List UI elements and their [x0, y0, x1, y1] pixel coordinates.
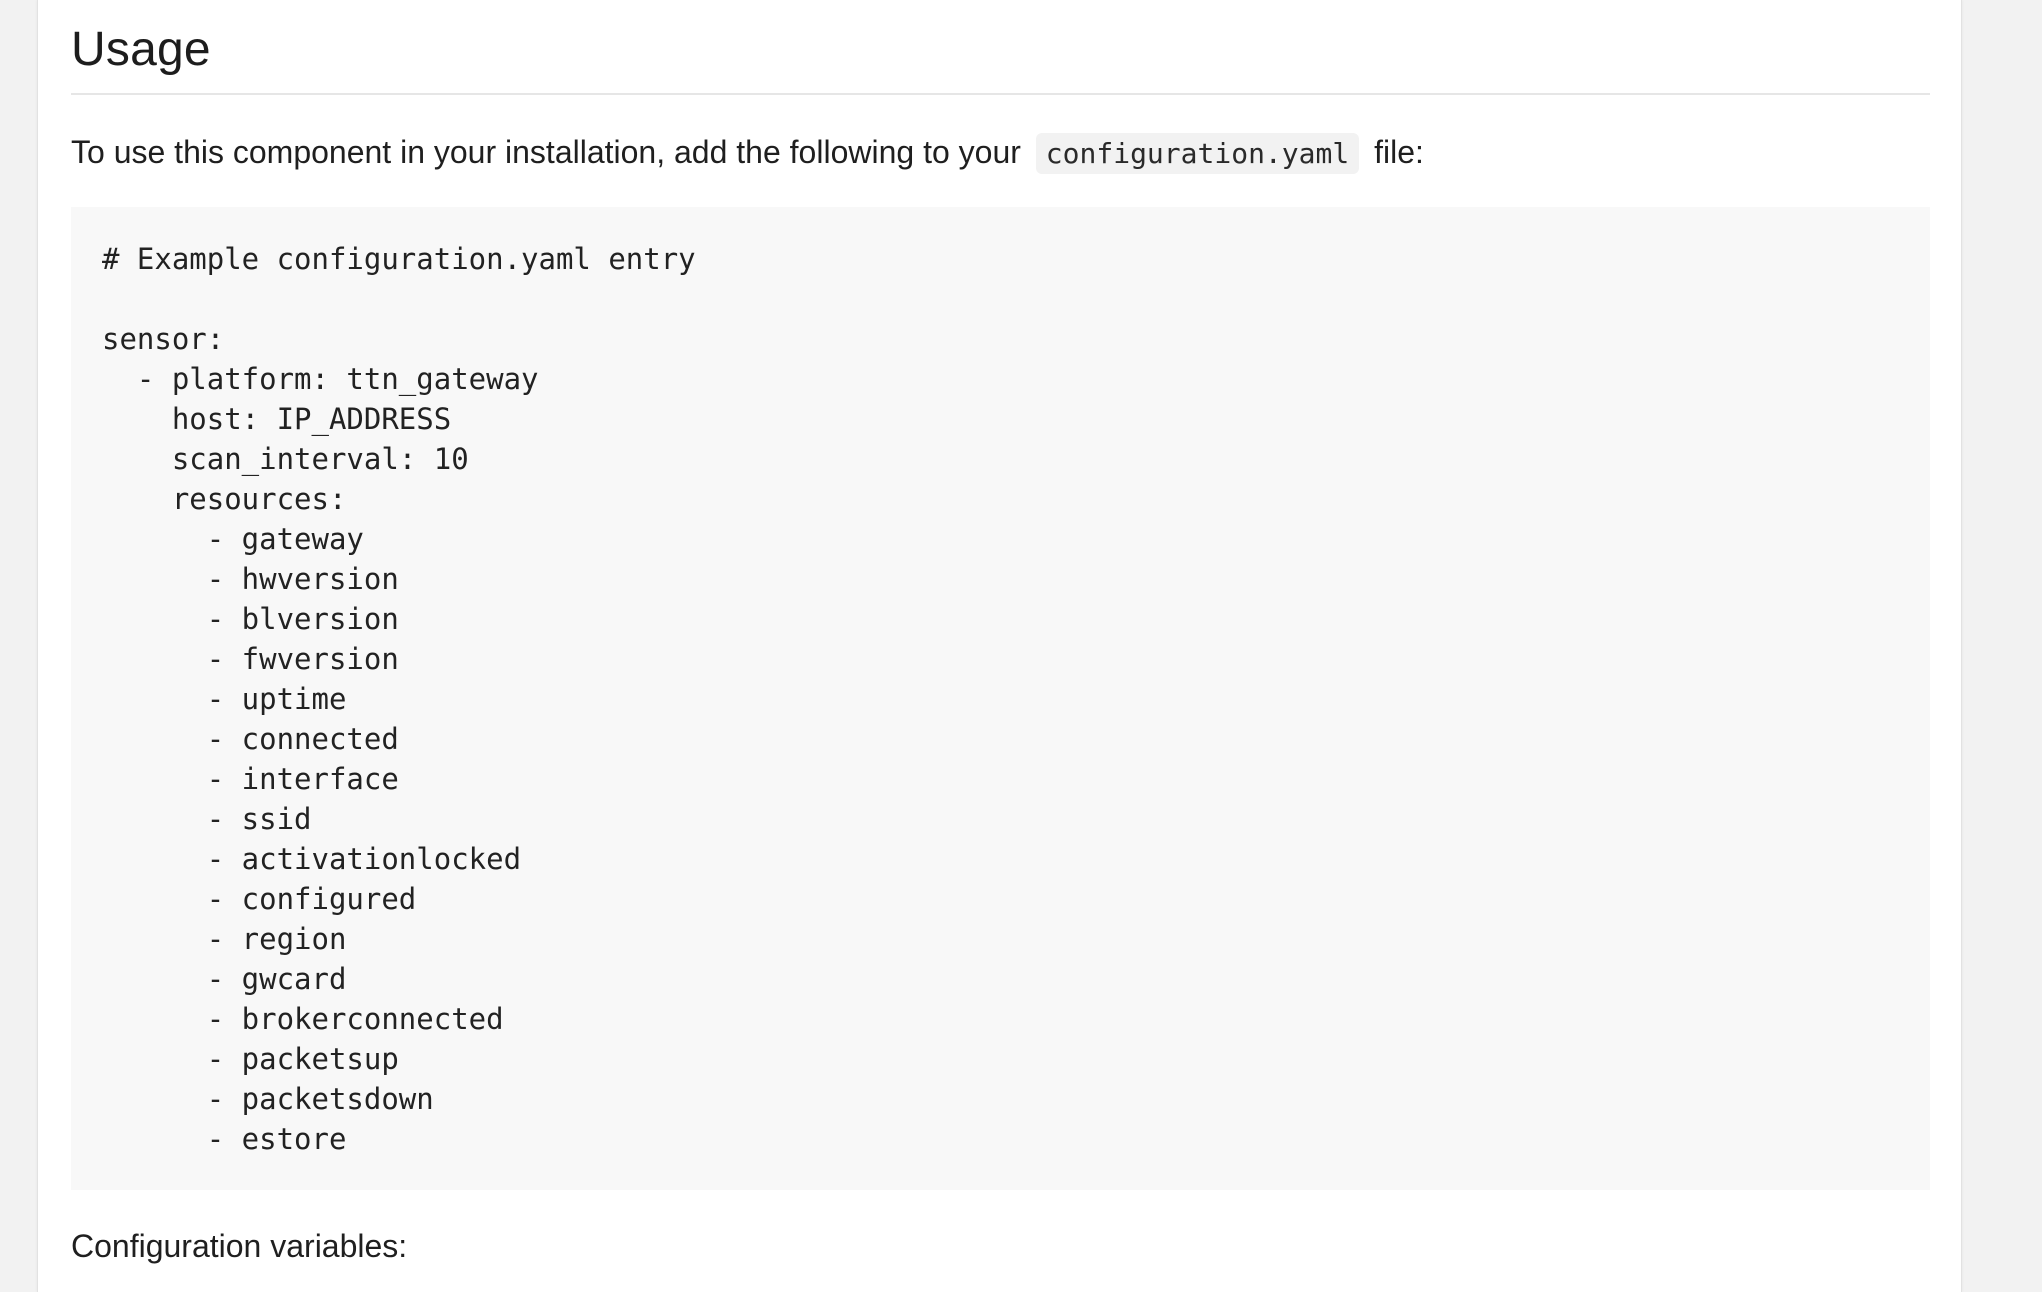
code-line: - gwcard — [102, 962, 347, 996]
code-line: # Example configuration.yaml entry — [102, 242, 696, 276]
code-line: - gateway — [102, 522, 364, 556]
inline-code-filename: configuration.yaml — [1035, 133, 1360, 174]
code-line: - activationlocked — [102, 842, 522, 876]
code-line: - blversion — [102, 602, 399, 636]
page-card: Usage To use this component in your inst… — [37, 0, 1962, 1292]
code-line: - fwversion — [102, 642, 399, 676]
code-line: - platform: ttn_gateway — [102, 362, 539, 396]
code-line: - ssid — [102, 802, 312, 836]
code-line: resources: — [102, 482, 347, 516]
code-line: sensor: — [102, 322, 225, 356]
heading-divider — [71, 93, 1930, 95]
intro-text-before: To use this component in your installati… — [71, 134, 1021, 170]
code-line: - packetsdown — [102, 1082, 434, 1116]
code-line: - packetsup — [102, 1042, 399, 1076]
intro-text-after: file: — [1374, 134, 1424, 170]
code-line: - estore — [102, 1122, 347, 1156]
code-line: scan_interval: 10 — [102, 442, 469, 476]
usage-intro-paragraph: To use this component in your installati… — [71, 128, 1424, 178]
code-line: - uptime — [102, 682, 347, 716]
code-block[interactable]: # Example configuration.yaml entry sensor… — [71, 207, 1930, 1190]
config-variables-label: Configuration variables: — [71, 1228, 408, 1264]
section-heading-usage: Usage — [71, 23, 211, 76]
code-line: - region — [102, 922, 347, 956]
code-line: host: IP_ADDRESS — [102, 402, 452, 436]
code-line: - configured — [102, 882, 417, 916]
code-line: - connected — [102, 722, 399, 756]
code-line: - brokerconnected — [102, 1002, 504, 1036]
code-line: - hwversion — [102, 562, 399, 596]
code-line: - interface — [102, 762, 399, 796]
